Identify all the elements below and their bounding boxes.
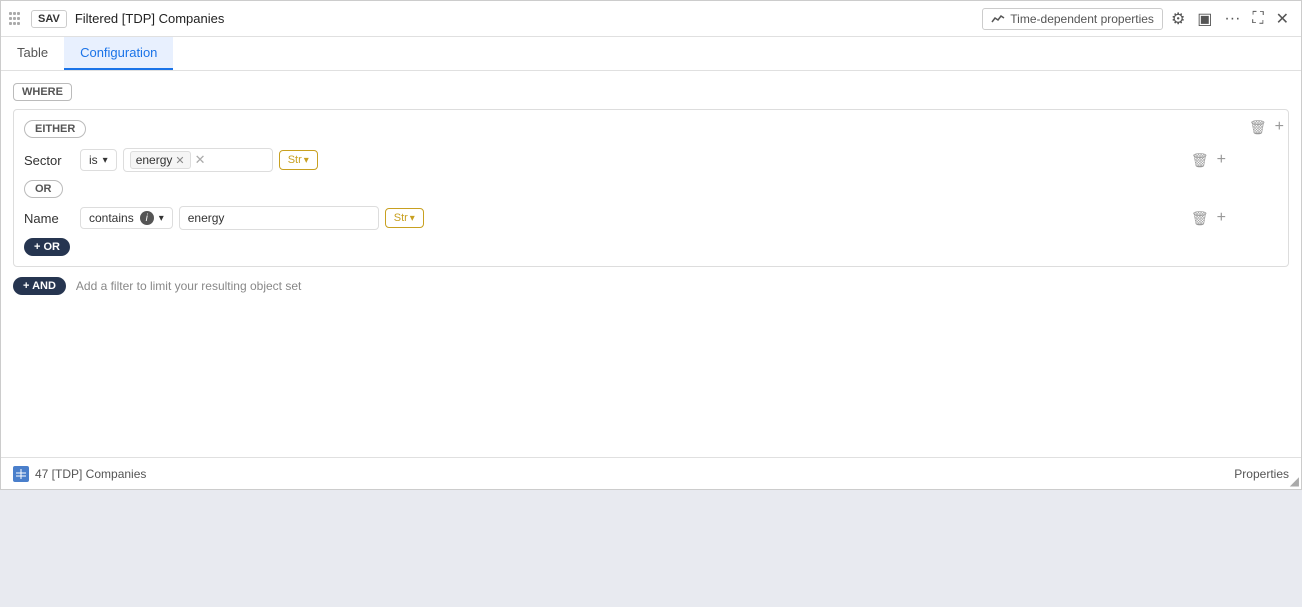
value-input-name[interactable] (179, 206, 379, 230)
footer-left: 47 [TDP] Companies (13, 466, 146, 482)
tab-table[interactable]: Table (1, 37, 64, 70)
delete-group-button[interactable]: 🗑 (1247, 116, 1269, 138)
where-badge: WHERE (13, 83, 1289, 109)
table-icon (16, 469, 26, 479)
title-bar: SAV Filtered [TDP] Companies Time-depend… (1, 1, 1301, 37)
add-row2-button[interactable]: + (1215, 207, 1228, 229)
add-and-row: + AND Add a filter to limit your resulti… (13, 277, 1289, 295)
delete-row1-button[interactable]: 🗑 (1189, 149, 1211, 171)
footer-count: 47 [TDP] Companies (35, 467, 146, 481)
monitor-icon: ▣ (1197, 9, 1212, 29)
plus-icon-row2: + (1217, 209, 1226, 227)
title-bar-actions: Time-dependent properties ⚙ ▣ ··· ⛶ ✕ (982, 5, 1293, 33)
field-label-name: Name (24, 211, 74, 226)
tab-configuration[interactable]: Configuration (64, 37, 173, 70)
chevron-down-icon-str: ▾ (304, 155, 309, 166)
gear-button[interactable]: ⚙ (1167, 5, 1189, 33)
field-label-sector: Sector (24, 153, 74, 168)
save-button[interactable]: SAV (31, 10, 67, 28)
expand-button[interactable]: ⛶ (1248, 6, 1267, 32)
add-and-button[interactable]: + AND (13, 277, 66, 295)
more-icon: ··· (1224, 10, 1240, 28)
value-tag-energy: energy ✕ (130, 151, 191, 169)
row1-actions: 🗑 + (1189, 149, 1228, 171)
add-row1-button[interactable]: + (1215, 149, 1228, 171)
operator-dropdown-sector[interactable]: is ▾ (80, 149, 117, 171)
chevron-down-icon: ▾ (103, 155, 108, 166)
either-badge: EITHER (24, 120, 86, 138)
value-box-sector[interactable]: energy ✕ ✕ (123, 148, 273, 172)
footer: 47 [TDP] Companies Properties ◢ (1, 457, 1301, 489)
expand-icon: ⛶ (1252, 10, 1263, 28)
trash-icon-row2: 🗑 (1191, 210, 1209, 227)
close-icon: ✕ (1276, 9, 1289, 29)
add-filter-hint: Add a filter to limit your resulting obj… (76, 279, 301, 293)
chevron-down-icon-name: ▾ (159, 213, 164, 224)
close-button[interactable]: ✕ (1272, 5, 1293, 33)
footer-properties: Properties (1234, 467, 1289, 481)
trash-icon: 🗑 (1249, 119, 1267, 136)
row2-actions: 🗑 + (1189, 207, 1228, 229)
main-content: WHERE 🗑 + EITHER Sector is (1, 71, 1301, 457)
trash-icon-row1: 🗑 (1191, 152, 1209, 169)
filter-row-1: Sector is ▾ energy ✕ ✕ Str ▾ (24, 148, 1228, 172)
add-or-button[interactable]: + OR (24, 238, 70, 256)
str-type-button-sector[interactable]: Str ▾ (279, 150, 318, 170)
time-dependent-button[interactable]: Time-dependent properties (982, 8, 1163, 30)
resize-handle[interactable]: ◢ (1290, 474, 1299, 488)
operator-dropdown-name[interactable]: contains i ▾ (80, 207, 173, 229)
chart-icon (991, 12, 1005, 26)
gear-icon: ⚙ (1171, 9, 1185, 29)
add-group-button[interactable]: + (1273, 116, 1286, 138)
plus-icon: + (1275, 118, 1284, 136)
str-type-button-name[interactable]: Str ▾ (385, 208, 424, 228)
chevron-down-icon-str-name: ▾ (410, 213, 415, 224)
window-title: Filtered [TDP] Companies (75, 11, 974, 26)
drag-handle[interactable] (9, 12, 23, 26)
monitor-button[interactable]: ▣ (1193, 5, 1216, 33)
more-button[interactable]: ··· (1220, 6, 1244, 32)
filter-row-2: Name contains i ▾ Str ▾ 🗑 + (24, 206, 1228, 230)
filter-group: 🗑 + EITHER Sector is ▾ energy (13, 109, 1289, 267)
footer-icon (13, 466, 29, 482)
tab-bar: Table Configuration (1, 37, 1301, 71)
info-icon: i (140, 211, 154, 225)
plus-icon-row1: + (1217, 151, 1226, 169)
clear-value-button[interactable]: ✕ (195, 152, 206, 168)
group-actions: 🗑 + (1247, 116, 1286, 138)
delete-row2-button[interactable]: 🗑 (1189, 207, 1211, 229)
or-badge: OR (24, 180, 63, 198)
remove-tag-button[interactable]: ✕ (175, 154, 184, 167)
app-window: SAV Filtered [TDP] Companies Time-depend… (0, 0, 1302, 490)
